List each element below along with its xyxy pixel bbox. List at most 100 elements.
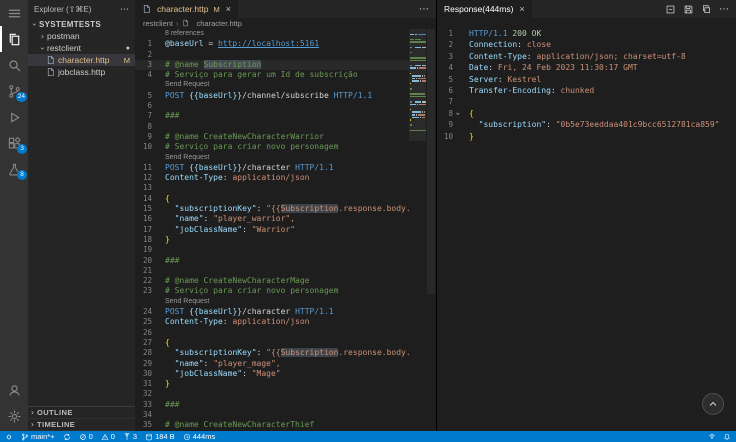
broadcast-icon [708,433,716,441]
code-line: 21 [135,266,409,276]
collapse-all-icon[interactable] [665,4,676,15]
code-line: 3 # @name Subscription [135,59,409,71]
activitybar-testing[interactable]: 8 [0,156,28,182]
response-line: 5 Server: Kestrel [437,74,736,85]
status-notifications[interactable] [723,433,731,441]
send-request-link[interactable]: Send Request [159,80,209,90]
fold-column [453,62,463,73]
line-number: 18 [142,234,152,244]
minimap-line [409,56,426,59]
code-line: 9 # @name CreateNewCharacterWarrior [135,132,409,142]
references-codelens[interactable]: 8 references [159,29,204,39]
status-broadcast[interactable] [708,433,716,441]
line-number: 26 [142,327,152,337]
token: Content-Type [469,51,527,61]
copy-icon[interactable] [701,4,712,15]
line-number: 32 [142,389,152,399]
token: # @name CreateNewCharacterThief [165,420,315,430]
tree-item-label: character.http [58,55,110,65]
code-line: 25 Content-Type: application/json [135,317,409,327]
activitybar-menu[interactable] [0,0,28,26]
token: : [526,51,537,61]
line-number: 6 [448,85,453,95]
line-content: "name": "player_mage", [159,359,409,369]
code-editor[interactable]: 8 references 1 @baseUrl = http://localhost… [135,29,409,431]
token: # Serviço para criar novo personagem [165,286,339,296]
more-icon[interactable]: ⋯ [719,4,729,15]
tree-item-jobclass-http[interactable]: jobclass.http [28,66,135,78]
editor-scrollbar[interactable] [426,29,436,431]
status-response-size[interactable]: 184 B [145,432,175,441]
activitybar-account[interactable] [0,377,28,403]
status-errors[interactable]: 0 [79,432,93,441]
line-number: 12 [142,173,152,183]
token: POST [165,162,185,172]
line-content [159,50,409,60]
tree-item-character-http[interactable]: character.http M [28,54,135,66]
token: HTTP/1.1 [295,307,334,317]
section-timeline[interactable]: › TIMELINE [28,419,135,431]
line-content: # @name Subscription [159,59,409,70]
line-content: POST {{baseUrl}}/channel/subscribe HTTP/… [159,91,409,101]
tree-item-restclient[interactable]: › restclient ● [28,42,135,54]
line-content: # Serviço para gerar um Id de subscrição [159,70,409,80]
files-icon [7,32,22,47]
status-response-time[interactable]: 444ms [183,432,215,441]
activitybar-explorer[interactable] [0,26,28,52]
response-actions: ⋯ [658,0,736,18]
send-request-link[interactable]: Send Request [159,153,209,163]
activitybar-settings[interactable] [0,403,28,429]
send-request-link[interactable]: Send Request [159,297,209,307]
minimap[interactable] [409,29,426,431]
tree-root-systemtests[interactable]: › SYSTEMTESTS [28,18,135,30]
minimap-line [409,46,426,49]
line-content [159,183,409,193]
activitybar-source-control[interactable]: 24 [0,78,28,104]
more-actions-icon[interactable]: ⋯ [419,4,429,15]
token: # @name CreateNewCharacterWarrior [165,131,324,141]
close-response-icon[interactable]: × [519,4,524,14]
tab-character-http[interactable]: character.http M × [135,0,240,18]
status-sync[interactable] [63,433,71,441]
fold-column [453,74,463,85]
tree-item-postman[interactable]: › postman [28,30,135,42]
token: : [222,173,233,183]
code-line: 20 ### [135,256,409,266]
breadcrumb-item[interactable]: character.http [197,19,242,28]
fold-column [453,96,463,107]
code-line: 22 # @name CreateNewCharacterMage [135,276,409,286]
response-editor[interactable]: 1 HTTP/1.1 200 OK 2 Connection: close 3 Conte… [437,18,736,431]
activitybar-run-debug[interactable] [0,104,28,130]
line-content: Content-Type: application/json; charset=… [463,51,736,62]
explorer-more-actions-button[interactable]: ⋯ [120,4,129,15]
line-number: 22 [142,276,152,286]
scrollbar-slider[interactable] [427,29,435,295]
code-line: 32 [135,389,409,399]
file-icon [142,4,151,14]
section-outline[interactable]: › OUTLINE [28,407,135,419]
status-ports[interactable]: 3 [123,432,137,441]
response-line: 7 [437,96,736,107]
minimap-line [409,93,426,95]
minimap-line [409,64,426,67]
fold-chevron-icon[interactable]: › [452,108,463,118]
activitybar-extensions[interactable]: 3 [0,130,28,156]
scroll-top-button[interactable] [702,393,724,415]
line-content [159,328,409,338]
code-line: 1 @baseUrl = http://localhost:5161 [135,39,409,49]
explorer-sidebar: Explorer (⇧⌘E) ⋯ › SYSTEMTESTS › postman › re… [28,0,135,431]
status-branch[interactable]: main*+ [21,432,55,441]
status-warnings[interactable]: 0 [101,432,115,441]
line-number: 19 [142,245,152,255]
close-tab-icon[interactable]: × [226,4,231,14]
line-content: # @name CreateNewCharacterThief [159,420,409,430]
minimap-line [409,59,426,62]
token: POST [165,90,185,100]
line-number: 11 [142,162,152,172]
tab-response[interactable]: Response(444ms) × [437,0,533,18]
line-content: # Serviço para criar novo personagem [159,286,409,296]
save-icon[interactable] [683,4,694,15]
status-remote[interactable] [5,433,13,441]
breadcrumb-item[interactable]: restclient [143,19,173,28]
activitybar-search[interactable] [0,52,28,78]
